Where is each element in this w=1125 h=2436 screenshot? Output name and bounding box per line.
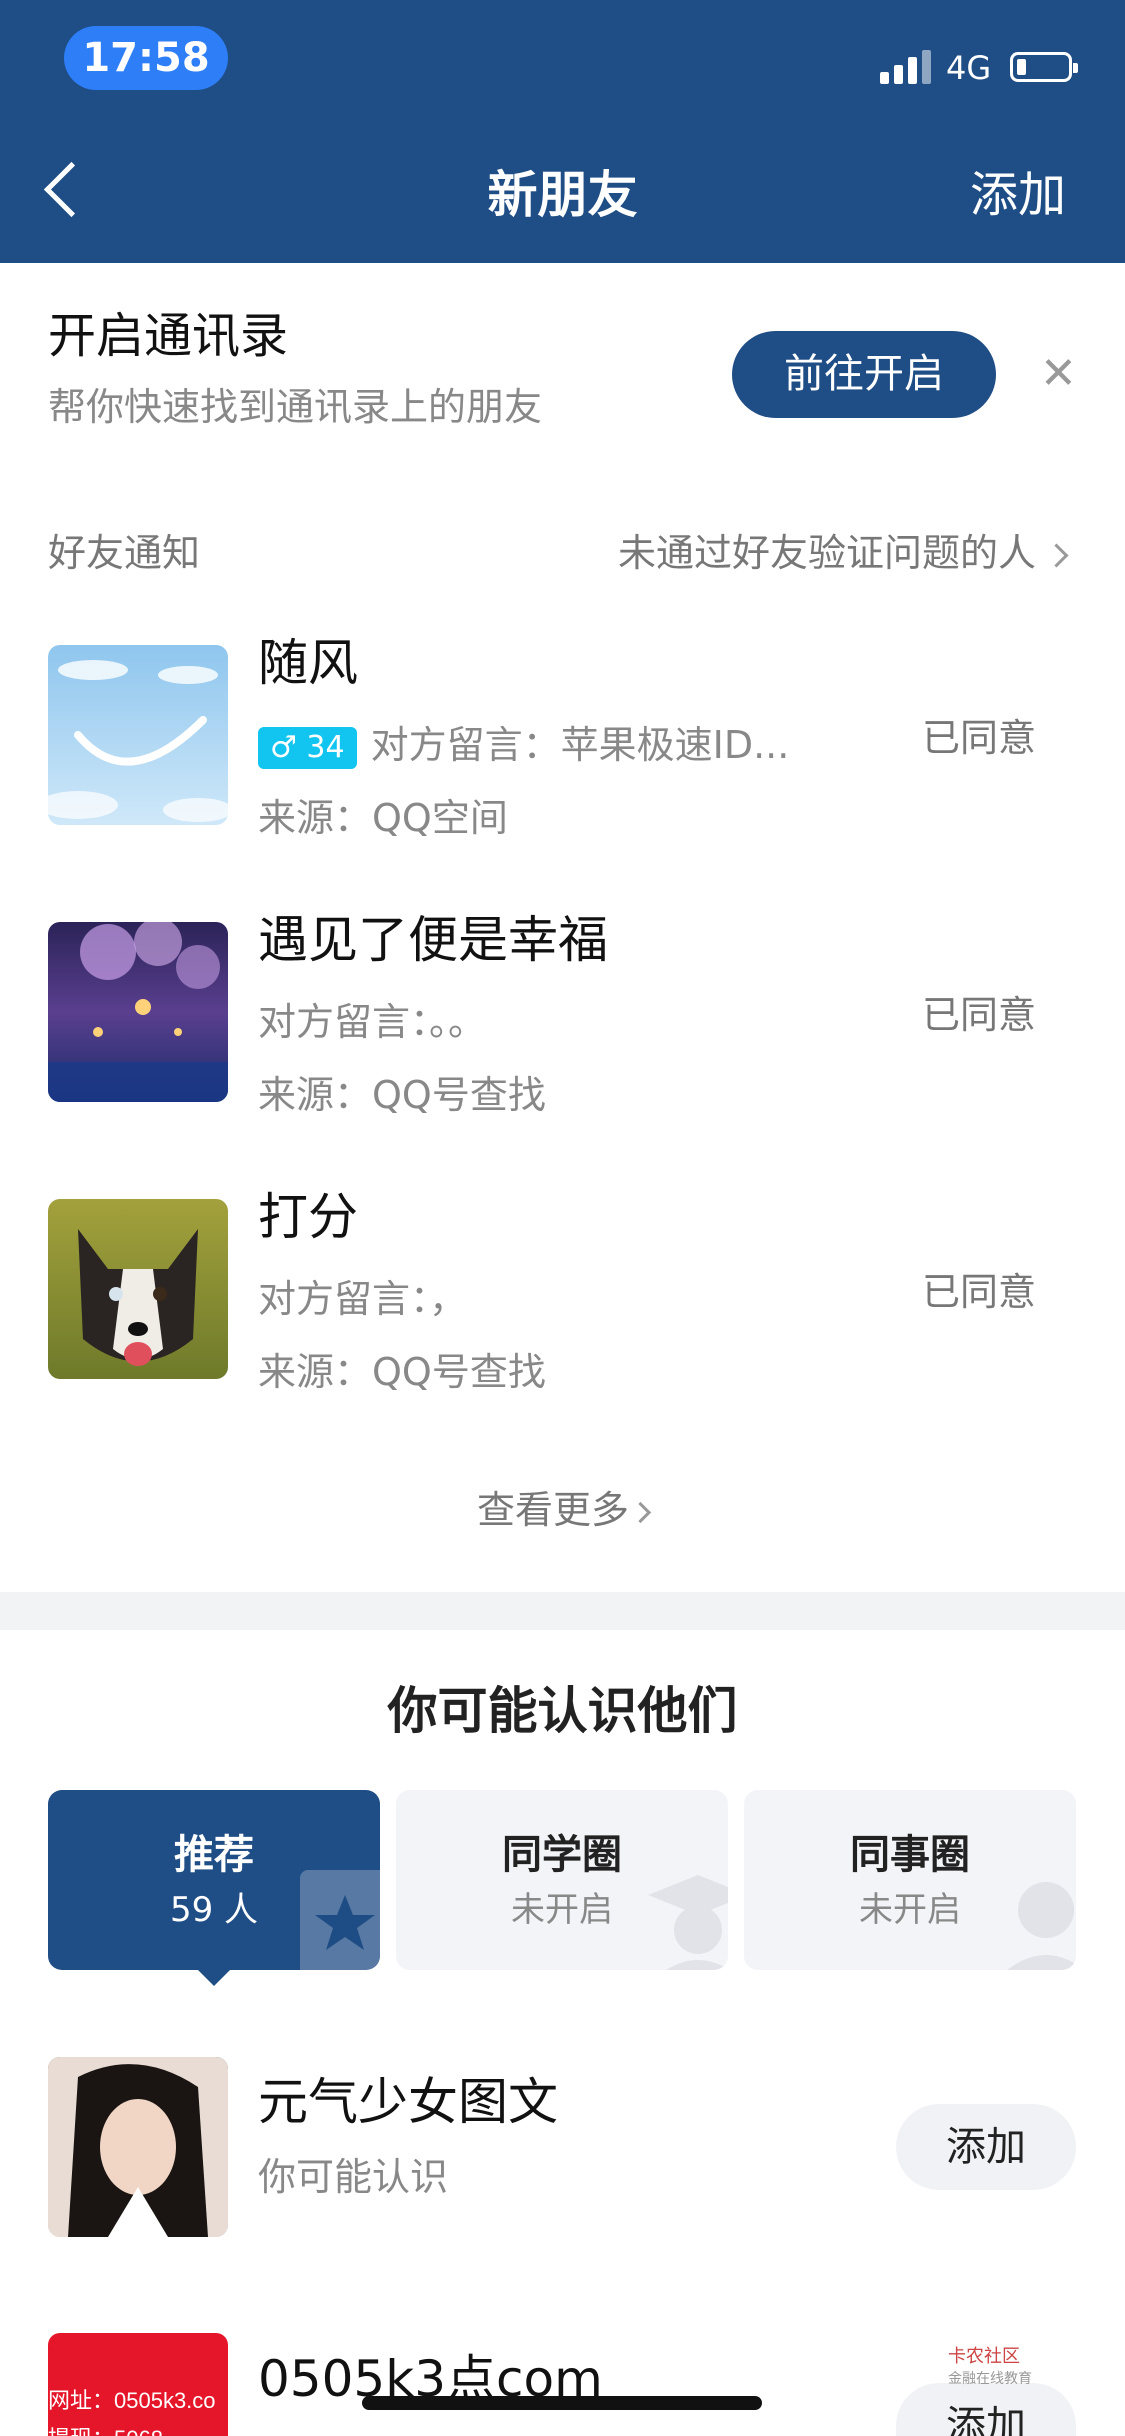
see-more-label: 查看更多 <box>476 1488 629 1532</box>
avatar-text: 提现：5068 <box>48 2421 163 2436</box>
add-friend-button[interactable]: 添加 <box>970 160 1066 230</box>
tab-classmates[interactable]: 同学圈 未开启 <box>396 1790 728 1970</box>
unverified-link-label: 未通过好友验证问题的人 <box>617 531 1036 575</box>
avatar[interactable] <box>48 1199 228 1379</box>
person-subtitle: 你可能认识 <box>258 2155 449 2199</box>
graduate-icon <box>648 1875 728 1970</box>
star-bookmark-icon <box>300 1870 380 1970</box>
friend-note-text: 对方留言：苹果极速ID... <box>370 723 790 767</box>
status-time: 17:58 <box>64 26 228 90</box>
avatar[interactable] <box>48 645 228 825</box>
watermark-line: 金融在线教育 <box>948 2371 1032 2387</box>
friend-source: 来源：QQ号查找 <box>258 1073 546 1117</box>
home-indicator[interactable] <box>362 2396 762 2410</box>
signal-icon <box>880 46 934 84</box>
tab-colleagues[interactable]: 同事圈 未开启 <box>744 1790 1076 1970</box>
chevron-right-icon <box>629 1501 652 1524</box>
see-more-link[interactable]: 查看更多 <box>0 1485 1125 1535</box>
battery-icon <box>1010 52 1078 82</box>
contacts-banner-subtitle: 帮你快速找到通讯录上的朋友 <box>48 385 543 429</box>
friend-name: 遇见了便是幸福 <box>258 911 608 969</box>
avatar[interactable] <box>48 922 228 1102</box>
page-title: 新朋友 <box>487 166 638 224</box>
friend-name: 打分 <box>258 1188 358 1246</box>
avatar[interactable]: 网址：0505k3.co 提现：5068 <box>48 2333 228 2436</box>
friend-note: 对方留言：， <box>258 1277 468 1321</box>
add-person-button[interactable]: 添加 <box>896 2383 1076 2436</box>
friend-name: 随风 <box>258 634 358 692</box>
add-person-button[interactable]: 添加 <box>896 2104 1076 2190</box>
avatar[interactable] <box>48 2057 228 2237</box>
person-name: 元气少女图文 <box>258 2073 558 2131</box>
section-divider <box>0 1592 1125 1630</box>
gender-age-badge: ♂ 34 <box>258 726 357 769</box>
friend-source: 来源：QQ空间 <box>258 796 508 840</box>
friend-status: 已同意 <box>922 993 1037 1037</box>
friend-note: ♂ 34 对方留言：苹果极速ID... <box>258 720 789 770</box>
tab-pointer <box>196 1968 232 1986</box>
avatar-text: 网址：0505k3.co <box>48 2388 216 2413</box>
close-icon[interactable]: ✕ <box>1040 352 1077 396</box>
unverified-link[interactable]: 未通过好友验证问题的人 <box>617 528 1069 578</box>
friend-status: 已同意 <box>922 1270 1037 1314</box>
contacts-banner-title: 开启通讯录 <box>48 308 289 364</box>
friend-source: 来源：QQ号查找 <box>258 1350 546 1394</box>
watermark-line: 卡农社区 <box>948 2346 1020 2367</box>
chevron-right-icon <box>1044 543 1069 568</box>
enable-contacts-button[interactable]: 前往开启 <box>732 331 996 418</box>
maybe-know-title: 你可能认识他们 <box>387 1682 738 1740</box>
person-icon <box>1007 1882 1076 1970</box>
friend-notice-label: 好友通知 <box>48 531 201 575</box>
tab-recommend[interactable]: 推荐 59 人 <box>48 1790 380 1970</box>
friend-note: 对方留言：。。 <box>258 1000 487 1044</box>
network-label: 4G <box>946 49 992 87</box>
friend-status: 已同意 <box>922 716 1037 760</box>
watermark: 卡农社区 金融在线教育 <box>948 2346 1032 2390</box>
